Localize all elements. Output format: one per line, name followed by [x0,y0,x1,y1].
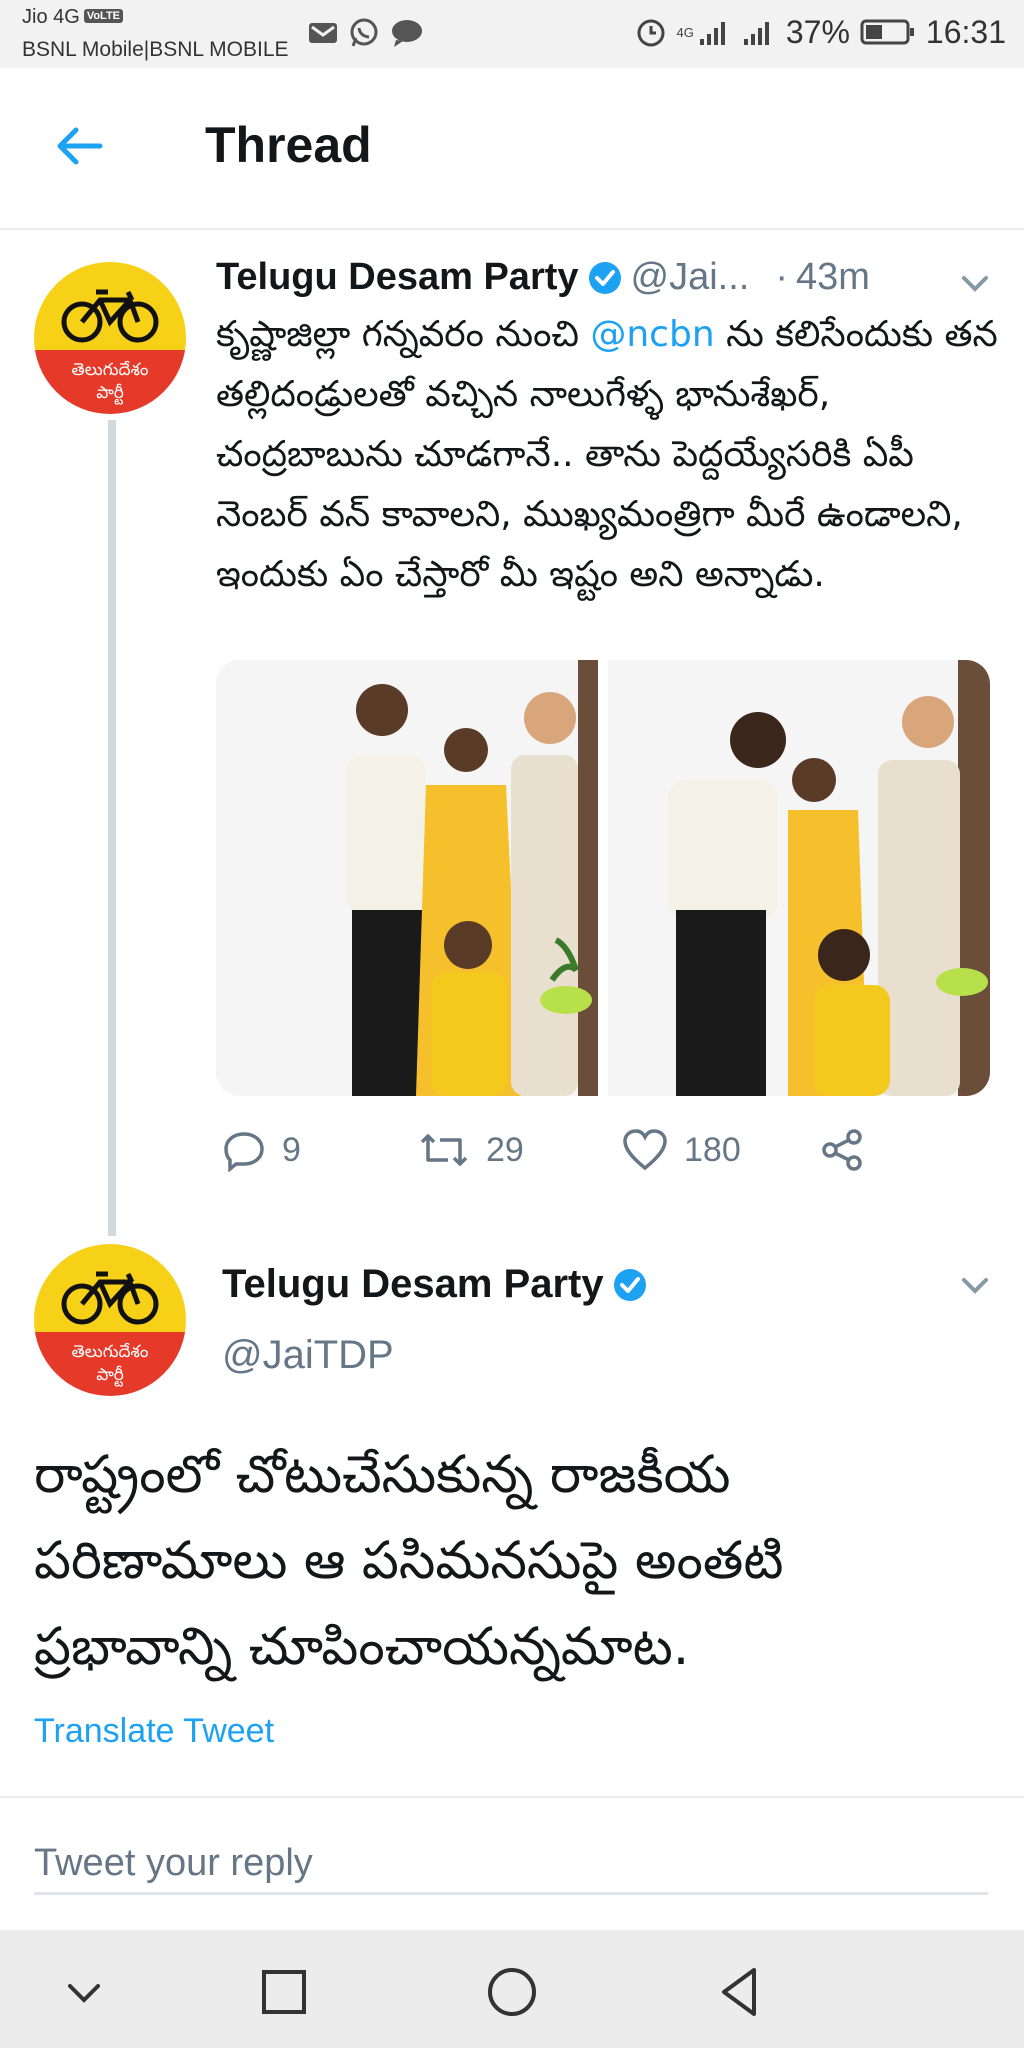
svg-text:పార్టీ: పార్టీ [96,1365,124,1387]
tweet-timestamp[interactable]: 43m [796,256,870,299]
retweet-count: 29 [486,1130,524,1169]
system-nav-bar [0,1930,1024,2048]
tweet-photo-1[interactable] [216,660,598,1096]
tweet1-text: కృష్ణాజిల్లా గన్నవరం నుంచి @ncbn ను కలిస… [216,314,998,595]
retweet-action[interactable]: 29 [418,1122,524,1178]
volte-badge: VoLTE [83,9,124,23]
svg-text:పార్టీ: పార్టీ [96,383,124,405]
tweet1-header: Telugu Desam Party @Jai... · 43m [216,256,870,299]
reply-input[interactable] [34,1834,988,1895]
message-icon [392,20,422,47]
like-count: 180 [684,1130,741,1169]
mention-link[interactable]: @ncbn [590,314,714,355]
tweet-photo-2[interactable] [608,660,990,1096]
signal-icon-1 [699,22,725,45]
whatsapp-icon [350,18,378,47]
battery-icon [860,19,914,45]
reply-icon [224,1132,264,1172]
notification-icons [308,16,424,50]
network-type-label: 4G [676,24,694,40]
verified-badge-icon [588,261,621,294]
heart-icon [623,1129,667,1171]
chevron-down-icon[interactable] [958,1268,992,1302]
app-header: Thread [0,68,1024,230]
tweet1-media[interactable] [216,660,990,1096]
separator-dot: · [775,256,789,298]
back-arrow-icon[interactable] [52,118,108,174]
signal-icon-2 [743,22,769,45]
tdp-logo-icon: తెలుగుదేశం పార్టీ [34,1244,186,1396]
tweet2-text: రాష్ట్రంలో చోటుచేసుకున్న రాజకీయ పరిణామాల… [34,1445,784,1677]
thread-connector-line [108,420,116,1236]
carrier-line-2: BSNL Mobile|BSNL MOBILE [22,38,289,61]
verified-badge-icon [613,1268,646,1301]
author-name[interactable]: Telugu Desam Party [222,1262,604,1307]
share-action[interactable] [820,1122,864,1178]
reply-action[interactable]: 9 [222,1122,301,1178]
translate-tweet-link[interactable]: Translate Tweet [34,1712,274,1751]
avatar[interactable]: తెలుగుదేశం పార్టీ [34,262,186,414]
status-bar: Jio 4G VoLTE BSNL Mobile|BSNL MOBILE 4G 3… [0,0,1024,68]
reply-count: 9 [282,1130,301,1169]
tdp-logo-icon: తెలుగుదేశం పార్టీ [34,262,186,414]
recents-square-icon[interactable] [254,1962,314,2022]
tweet2-author: Telugu Desam Party [222,1262,648,1307]
author-handle[interactable]: @JaiTDP [222,1333,394,1378]
chevron-down-icon[interactable] [958,266,992,300]
carrier-line-1: Jio 4G VoLTE [22,6,124,29]
author-handle[interactable]: @Jai... [631,256,750,299]
home-circle-icon[interactable] [482,1962,542,2022]
tweet1-actions: 9 29 180 [222,1122,922,1178]
like-action[interactable]: 180 [622,1122,741,1178]
logo-text: తెలుగుదేశం [72,360,149,380]
reply-bar [0,1796,1024,1932]
clock: 16:31 [925,13,1006,50]
author-name[interactable]: Telugu Desam Party [216,256,579,299]
share-icon [822,1129,862,1171]
photo-illustration [608,660,990,1096]
avatar[interactable]: తెలుగుదేశం పార్టీ [34,1244,186,1396]
battery-percent: 37% [785,13,850,50]
gmail-icon [309,23,337,43]
hide-keyboard-chevron-icon[interactable] [54,1962,114,2022]
status-right: 4G 37% 16:31 [635,10,1006,54]
photo-illustration [216,660,598,1096]
page-title: Thread [205,117,372,173]
back-triangle-icon[interactable] [710,1962,770,2022]
alarm-icon [637,19,665,47]
retweet-icon [420,1134,468,1166]
logo-text: తెలుగుదేశం [72,1342,149,1362]
